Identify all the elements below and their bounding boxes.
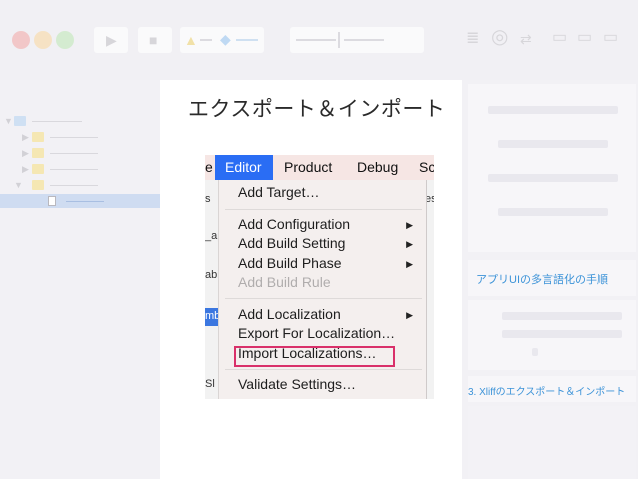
stop-icon: ■ bbox=[149, 32, 158, 48]
toolbar: ▶ ■ ▲ ◆ ≣ ◎ ⇄ ▭ ▭ ▭ bbox=[0, 0, 638, 80]
scheme-selector[interactable]: ▲ ◆ bbox=[180, 27, 264, 53]
navigator-toggle-icon[interactable]: ▭ bbox=[552, 30, 567, 46]
section-header: アプリUIの多言語化の手順 bbox=[468, 260, 636, 296]
project-icon bbox=[14, 116, 26, 126]
close-window-button[interactable] bbox=[12, 31, 30, 49]
version-editor-icon[interactable]: ⇄ bbox=[520, 32, 532, 46]
zoom-window-button[interactable] bbox=[56, 31, 74, 49]
file-icon bbox=[48, 196, 56, 206]
step-body bbox=[468, 406, 636, 479]
menu-bar-item-partial[interactable]: e bbox=[205, 159, 213, 175]
menu-screenshot: e Editor Product Debug Sc s _ap abi mb S… bbox=[205, 155, 434, 399]
menu-bar-item-debug[interactable]: Debug bbox=[357, 159, 398, 175]
menu-bar-item-partial-sc[interactable]: Sc bbox=[419, 159, 434, 175]
menu-item-add-build-setting[interactable]: Add Build Setting bbox=[238, 235, 345, 251]
scheme-icon: ▲ bbox=[184, 32, 198, 48]
menu-bar-item-editor[interactable]: Editor bbox=[225, 159, 262, 175]
stop-button[interactable]: ■ bbox=[138, 27, 172, 53]
run-button[interactable]: ▶ bbox=[94, 27, 128, 53]
play-icon: ▶ bbox=[106, 32, 117, 48]
folder-icon bbox=[32, 132, 44, 142]
selected-file-row[interactable] bbox=[0, 194, 160, 208]
device-icon: ◆ bbox=[220, 31, 231, 47]
background-window: s _ap abi mb Sl bbox=[205, 180, 223, 399]
section-title: アプリUIの多言語化の手順 bbox=[476, 274, 608, 286]
background-selection: mb bbox=[205, 308, 220, 326]
menu-item-add-configuration[interactable]: Add Configuration bbox=[238, 216, 350, 232]
inspector-panel bbox=[468, 84, 636, 252]
submenu-arrow-icon: ▶ bbox=[406, 239, 413, 249]
disclosure-triangle-icon[interactable]: ▶ bbox=[22, 132, 29, 143]
assistant-editor-icon[interactable]: ◎ bbox=[491, 27, 508, 47]
menu-item-add-build-rule: Add Build Rule bbox=[238, 274, 331, 290]
submenu-arrow-icon: ▶ bbox=[406, 310, 413, 320]
background-text: Sl bbox=[205, 378, 215, 390]
menu-separator bbox=[225, 298, 422, 299]
menu-separator bbox=[225, 209, 422, 210]
activity-viewer bbox=[290, 27, 424, 53]
section-body bbox=[468, 300, 636, 370]
minimize-window-button[interactable] bbox=[34, 31, 52, 49]
menu-bar: e Editor Product Debug Sc bbox=[205, 155, 434, 180]
folder-icon bbox=[32, 164, 44, 174]
menu-separator bbox=[225, 369, 422, 370]
menu-item-validate-settings[interactable]: Validate Settings… bbox=[238, 376, 356, 392]
utilities-toggle-icon[interactable]: ▭ bbox=[603, 30, 618, 46]
app-window: ▶ ■ ▲ ◆ ≣ ◎ ⇄ ▭ ▭ ▭ ▼ ▶ ▶ ▶ ▼ エクスポート＆インポ… bbox=[0, 0, 638, 479]
folder-icon bbox=[32, 148, 44, 158]
submenu-arrow-icon: ▶ bbox=[406, 259, 413, 269]
disclosure-triangle-icon[interactable]: ▼ bbox=[4, 116, 13, 126]
highlight-box bbox=[234, 346, 395, 367]
project-navigator: ▼ ▶ ▶ ▶ ▼ bbox=[0, 80, 160, 479]
slide: エクスポート＆インポート e Editor Product Debug Sc s… bbox=[160, 80, 462, 479]
disclosure-triangle-icon[interactable]: ▼ bbox=[14, 180, 23, 190]
folder-icon bbox=[32, 180, 44, 190]
disclosure-triangle-icon[interactable]: ▶ bbox=[22, 148, 29, 159]
menu-item-add-build-phase[interactable]: Add Build Phase bbox=[238, 255, 342, 271]
debug-area-toggle-icon[interactable]: ▭ bbox=[577, 30, 592, 46]
submenu-arrow-icon: ▶ bbox=[406, 220, 413, 230]
menu-item-add-target[interactable]: Add Target… bbox=[238, 184, 319, 200]
menu-item-add-localization[interactable]: Add Localization bbox=[238, 306, 341, 322]
background-text: s bbox=[205, 193, 211, 205]
disclosure-triangle-icon[interactable]: ▶ bbox=[22, 164, 29, 175]
menu-bar-item-product[interactable]: Product bbox=[284, 159, 332, 175]
inspector-pane: アプリUIの多言語化の手順 3. Xliffのエクスポート＆インポート bbox=[462, 80, 638, 479]
slide-title: エクスポート＆インポート bbox=[188, 98, 446, 121]
standard-editor-icon[interactable]: ≣ bbox=[466, 31, 479, 47]
menu-item-export-for-localization[interactable]: Export For Localization… bbox=[238, 325, 395, 341]
editor-menu: Add Target… Add Configuration ▶ Add Buil… bbox=[218, 180, 427, 399]
step-label: 3. Xliffのエクスポート＆インポート bbox=[468, 387, 626, 398]
step-header: 3. Xliffのエクスポート＆インポート bbox=[468, 376, 636, 402]
background-window-right: es bbox=[425, 180, 434, 399]
